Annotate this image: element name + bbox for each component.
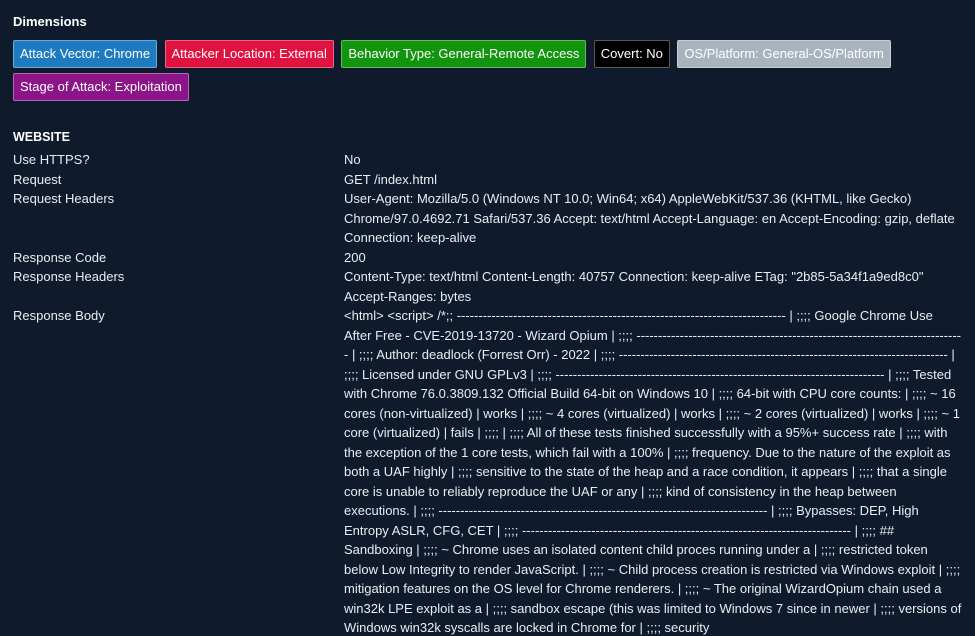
row-use-https: Use HTTPS? No bbox=[13, 150, 963, 170]
row-value: No bbox=[344, 152, 361, 167]
dimension-badges: Attack Vector: Chrome Attacker Location:… bbox=[13, 40, 933, 106]
badge-attacker-location: Attacker Location: External bbox=[164, 40, 334, 68]
badge-covert: Covert: No bbox=[593, 40, 670, 68]
row-value: GET /index.html bbox=[344, 171, 437, 187]
row-label: Request bbox=[13, 171, 62, 187]
row-label: Response Headers bbox=[13, 269, 125, 284]
badge-attack-vector: Attack Vector: Chrome bbox=[13, 40, 158, 68]
website-details: Use HTTPS? No Request GET /index.html Re… bbox=[13, 150, 963, 636]
row-response-body: Response Body <html> <script> /*;; -----… bbox=[13, 306, 963, 636]
row-request-headers: Request Headers User-Agent: Mozilla/5.0 … bbox=[13, 189, 963, 248]
row-label: Request Headers bbox=[13, 191, 115, 206]
row-label: Response Body bbox=[13, 308, 105, 323]
badge-os-platform: OS/Platform: General-OS/Platform bbox=[677, 40, 891, 68]
badge-stage-of-attack: Stage of Attack: Exploitation bbox=[13, 73, 189, 101]
badge-behavior-type: Behavior Type: General-Remote Access bbox=[341, 40, 587, 68]
dimensions-heading: Dimensions bbox=[13, 14, 87, 29]
row-value: User-Agent: Mozilla/5.0 (Windows NT 10.0… bbox=[344, 191, 955, 245]
row-response-code: Response Code 200 bbox=[13, 248, 963, 268]
row-value: Content-Type: text/html Content-Length: … bbox=[344, 269, 924, 304]
row-value: 200 bbox=[344, 249, 366, 265]
row-value: <html> <script> /*;; -------------------… bbox=[344, 308, 962, 635]
row-label: Response Code bbox=[13, 249, 107, 265]
row-request: Request GET /index.html bbox=[13, 170, 963, 190]
website-heading: WEBSITE bbox=[13, 130, 70, 144]
row-response-headers: Response Headers Content-Type: text/html… bbox=[13, 267, 963, 306]
dimensions-page: Dimensions Attack Vector: Chrome Attacke… bbox=[0, 0, 975, 636]
row-label: Use HTTPS? bbox=[13, 152, 90, 167]
